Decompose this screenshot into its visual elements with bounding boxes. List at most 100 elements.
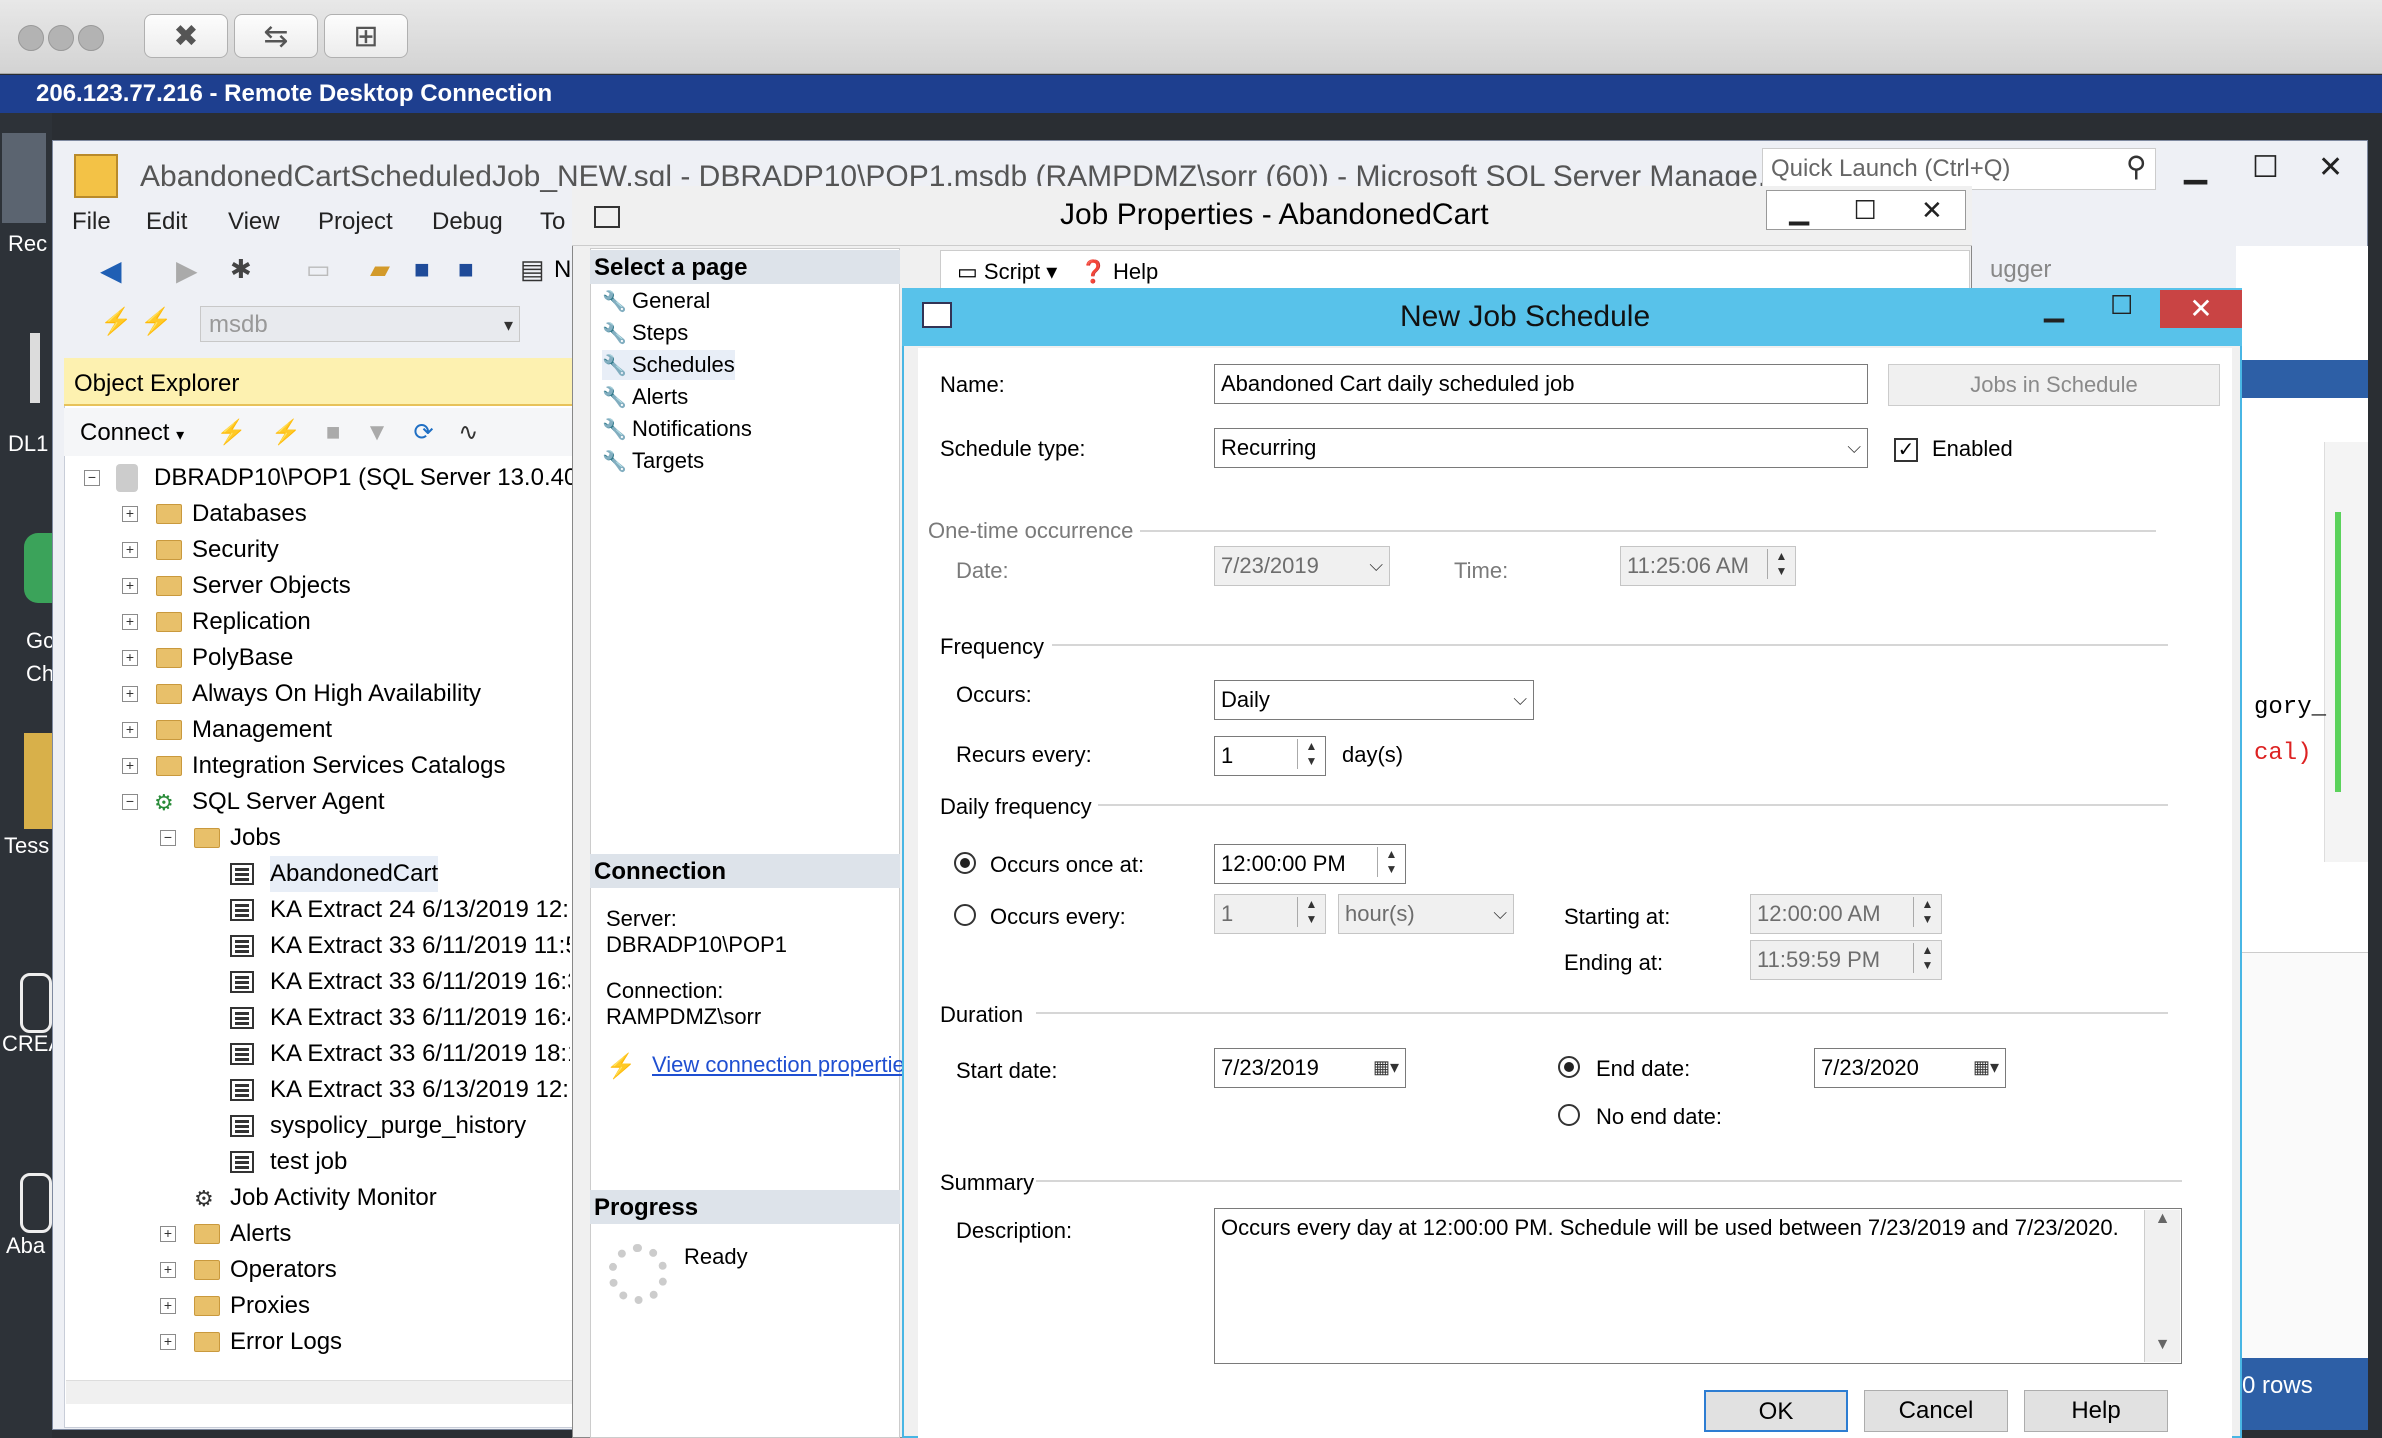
connect-icon[interactable]: ⚡ — [217, 419, 247, 446]
menu-edit[interactable]: Edit — [146, 208, 187, 236]
forward-icon[interactable]: ▶ — [176, 254, 198, 287]
page-item-alerts[interactable]: 🔧 Alerts — [602, 382, 688, 412]
job-item[interactable]: KA Extract 33 6/11/2019 11:5 — [270, 928, 570, 964]
description-textarea[interactable]: Occurs every day at 12:00:00 PM. Schedul… — [1214, 1208, 2182, 1364]
database-select[interactable]: msdb ▾ — [200, 306, 520, 342]
job-item[interactable]: test job — [270, 1144, 347, 1180]
expand-icon[interactable]: + — [160, 1262, 176, 1278]
recycle-bin-icon[interactable] — [2, 133, 46, 223]
tree-node[interactable]: Error Logs — [230, 1324, 342, 1360]
enabled-checkbox[interactable]: ✓ — [1894, 438, 1918, 462]
start-date-picker[interactable]: 7/23/2019 ▦▾ — [1214, 1048, 1406, 1088]
minimize-dot[interactable] — [48, 25, 74, 51]
help-icon[interactable]: ❓ — [1079, 259, 1106, 284]
maximize-icon[interactable]: ☐ — [1853, 195, 1876, 226]
expand-icon[interactable]: + — [122, 650, 138, 666]
tree-node[interactable]: SQL Server Agent — [192, 784, 385, 820]
time-spinner[interactable]: 11:25:06 AM ▲ ▼ — [1620, 546, 1796, 586]
usb-icon[interactable]: ⇆ — [234, 14, 318, 58]
expand-icon[interactable]: + — [122, 722, 138, 738]
tree-node[interactable]: Proxies — [230, 1288, 310, 1324]
tree-node[interactable]: PolyBase — [192, 640, 293, 676]
expand-icon[interactable]: + — [160, 1298, 176, 1314]
minimize-icon[interactable]: ▁ — [1789, 195, 1809, 226]
occurs-once-time[interactable]: 12:00:00 PM ▲ ▼ — [1214, 844, 1406, 884]
page-item-general[interactable]: 🔧 General — [602, 286, 710, 316]
activity-monitor-icon[interactable]: ∿ — [458, 419, 478, 446]
collapse-icon[interactable]: − — [84, 470, 100, 486]
close-icon[interactable]: ✕ — [1921, 195, 1943, 226]
script-icon[interactable]: ▭ — [957, 259, 978, 284]
help-button[interactable]: Help — [1113, 259, 1158, 284]
script-button[interactable]: Script — [984, 259, 1040, 284]
ending-at-time[interactable]: 11:59:59 PM ▲ ▼ — [1750, 940, 1942, 980]
refresh-icon[interactable]: ⟳ — [414, 419, 434, 446]
tree-node[interactable]: Replication — [192, 604, 311, 640]
occurs-once-radio[interactable] — [954, 852, 976, 874]
new-query-label[interactable]: N — [554, 256, 571, 284]
job-item[interactable]: KA Extract 33 6/11/2019 18:1 — [270, 1036, 570, 1072]
page-item-steps[interactable]: 🔧 Steps — [602, 318, 688, 348]
expand-icon[interactable]: + — [160, 1334, 176, 1350]
maximize-icon[interactable]: ☐ — [2252, 150, 2279, 185]
stop-icon[interactable]: ■ — [326, 419, 341, 446]
new-query-icon[interactable]: ▤ — [520, 254, 545, 285]
add-item-icon[interactable]: ▭ — [306, 254, 331, 285]
collapse-icon[interactable]: − — [122, 794, 138, 810]
occurs-every-unit-select[interactable]: hour(s) ⌵ — [1338, 894, 1514, 934]
menu-tools[interactable]: To — [540, 208, 565, 236]
connect-plug-icon[interactable]: ⚡ — [100, 306, 132, 337]
disconnect-icon[interactable]: ⚡ — [271, 419, 301, 446]
connect-button[interactable]: Connect — [80, 419, 169, 446]
date-select[interactable]: 7/23/2019 ⌵ — [1214, 546, 1390, 586]
schedule-type-select[interactable]: Recurring ⌵ — [1214, 428, 1868, 468]
description-scrollbar[interactable]: ▲ ▼ — [2144, 1210, 2180, 1362]
page-item-targets[interactable]: 🔧 Targets — [602, 446, 704, 476]
page-item-notifications[interactable]: 🔧 Notifications — [602, 414, 752, 444]
new-project-icon[interactable]: ✱ — [230, 254, 252, 285]
recurs-every-spinner[interactable]: 1 ▲ ▼ — [1214, 736, 1326, 776]
maximize-icon[interactable]: ☐ — [2110, 290, 2133, 321]
tree-node[interactable]: Management — [192, 712, 332, 748]
close-session-icon[interactable]: ✖ — [144, 14, 228, 58]
filter-icon[interactable]: ▼ — [365, 419, 389, 446]
chrome-icon[interactable] — [24, 533, 52, 603]
close-icon[interactable]: ✕ — [2318, 150, 2343, 185]
jobs-in-schedule-button[interactable]: Jobs in Schedule — [1888, 364, 2220, 406]
expand-icon[interactable]: + — [122, 614, 138, 630]
tree-node[interactable]: Operators — [230, 1252, 337, 1288]
zoom-dot[interactable] — [78, 25, 104, 51]
change-connection-icon[interactable]: ⚡ — [140, 306, 172, 337]
tree-node[interactable]: Databases — [192, 496, 307, 532]
view-connection-properties-link[interactable]: View connection properties — [652, 1052, 916, 1078]
scroll-down-icon[interactable]: ▼ — [2145, 1336, 2180, 1354]
collapse-icon[interactable]: − — [160, 830, 176, 846]
no-end-date-radio[interactable] — [1558, 1104, 1580, 1126]
tree-node[interactable]: Job Activity Monitor — [230, 1180, 437, 1216]
save-icon[interactable]: ■ — [414, 254, 430, 285]
occurs-every-radio[interactable] — [954, 904, 976, 926]
menu-file[interactable]: File — [72, 208, 111, 236]
close-dot[interactable] — [18, 25, 44, 51]
help-button[interactable]: Help — [2024, 1390, 2168, 1432]
name-input[interactable]: Abandoned Cart daily scheduled job — [1214, 364, 1868, 404]
network-icon[interactable]: ⊞ — [324, 14, 408, 58]
expand-icon[interactable]: + — [122, 686, 138, 702]
job-item[interactable]: KA Extract 33 6/11/2019 16:3 — [270, 964, 570, 1000]
expand-icon[interactable]: + — [160, 1226, 176, 1242]
occurs-select[interactable]: Daily ⌵ — [1214, 680, 1534, 720]
file-icon[interactable] — [30, 333, 40, 403]
expand-icon[interactable]: + — [122, 578, 138, 594]
db-icon[interactable] — [20, 1173, 52, 1233]
scroll-up-icon[interactable]: ▲ — [2145, 1210, 2180, 1228]
quick-launch-input[interactable]: Quick Launch (Ctrl+Q) — [1762, 148, 2156, 190]
jobs-node[interactable]: Jobs — [230, 820, 281, 856]
job-item[interactable]: KA Extract 24 6/13/2019 12:5 — [270, 892, 570, 928]
minimize-icon[interactable]: ▁ — [2044, 292, 2064, 323]
close-icon[interactable]: ✕ — [2160, 290, 2242, 328]
editor-scrollbar[interactable] — [2324, 442, 2368, 862]
end-date-picker[interactable]: 7/23/2020 ▦▾ — [1814, 1048, 2006, 1088]
tree-node[interactable]: Server Objects — [192, 568, 351, 604]
open-icon[interactable]: ▰ — [370, 254, 390, 285]
menu-project[interactable]: Project — [318, 208, 393, 236]
